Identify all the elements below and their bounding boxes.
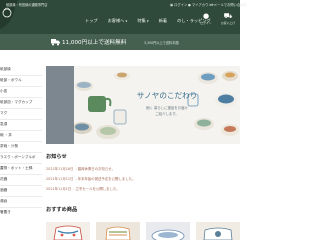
sidebar-divider [0,119,42,120]
nav-new[interactable]: 新着 [154,17,172,25]
news-item[interactable]: 2021年11月16日 - 臨時休業日のお知らせ。 [46,166,115,171]
sidebar-divider [0,130,42,131]
sidebar-divider [0,97,42,98]
sidebar-item[interactable]: 急須 [0,122,42,127]
nav-customers[interactable]: お客様へ ▼ [103,17,133,25]
login-link[interactable]: ▣ ログイン [170,2,188,8]
account-button-label: ログイン [200,21,212,25]
sidebar-item[interactable]: 酒器 [0,188,42,193]
news-date: 2021年11月1日 [46,187,72,191]
sidebar-divider [0,152,42,153]
contact-link[interactable]: ✉ メールでお問い合わせ [210,2,247,8]
sidebar-item[interactable]: 茶碗・汁椀 [0,144,42,149]
sidebar-divider [0,185,42,186]
product-image[interactable] [146,222,190,240]
sidebar-divider [0,141,42,142]
product-image[interactable] [96,222,140,240]
sidebar-divider [0,174,42,175]
truck-icon [51,39,60,46]
news-item[interactable]: 2021年11月11日 - 年末年始の発送予定を公開しました。 [46,176,135,181]
shipping-promo-bar: 11,000円以上で送料無料 3,300円以上で送料半額 [0,34,240,50]
sidebar-divider [0,163,42,164]
recommended-products [46,222,240,240]
product-image[interactable] [46,222,90,240]
sidebar-item[interactable]: 蓋物・ポット・土鍋 [0,166,42,171]
sidebar-item[interactable]: マグ [0,111,42,116]
hero-subtitle-line2: ご紹介します。 [155,112,179,116]
promo-main-text: 11,000円以上で送料無料 [62,40,127,46]
sidebar-divider [0,108,42,109]
chevron-down-icon: ▼ [125,19,128,23]
site-header: 砥部焼・有田焼の通販専門店 ▣ ログイン ● マイアカウント ✉ メールでお問い… [0,0,247,34]
sidebar-item[interactable]: ラスク・ボーンブルボ [0,155,42,160]
sidebar-divider [0,86,42,87]
news-date: 2021年11月11日 [46,177,74,181]
hero-photo-left [46,66,74,144]
user-icon: ● [188,2,191,7]
news-text: - 臨時休業日のお知らせ。 [75,167,115,171]
recommended-heading: おすすめ商品 [46,207,78,213]
header-tagline: 砥部焼・有田焼の通販専門店 [6,3,48,7]
sidebar-item[interactable]: 砥部焼 [0,67,42,72]
sidebar-item[interactable]: 箸置き [0,210,42,215]
chevron-down-icon: ▼ [146,19,149,23]
nav-features[interactable]: 特集 ▼ [132,17,153,25]
product-image[interactable] [196,222,240,240]
hero-title: サノヤのこだわり [136,91,198,100]
sidebar-divider [0,196,42,197]
sidebar-divider [0,207,42,208]
nav-new-label: 新着 [158,18,168,23]
login-link-label: ログイン [174,3,188,7]
account-button[interactable]: ● ログイン [196,12,216,30]
nav-top[interactable]: トップ [80,17,103,25]
promo-sub-text: 3,300円以上で送料半額 [144,41,179,45]
nav-features-label: 特集 [137,18,146,23]
sidebar-item[interactable]: 湯呑 [0,199,42,204]
sidebar-item[interactable]: 小皿 [0,89,42,94]
lock-icon: ▣ [170,2,174,7]
nav-customers-label: お客様へ [107,18,125,23]
sidebar-item[interactable]: 砥部皿・マグカップ [0,100,42,105]
hero-banner[interactable]: サノヤのこだわり 細く 暮らしに選品をお届け ご紹介します。 [46,66,240,144]
cart-icon: ⛟ [223,12,233,20]
sidebar-item[interactable]: 碗 ・丼 [0,133,42,138]
news-text: - 立冬セールを公開しました。 [73,187,120,191]
sidebar-divider [0,75,42,76]
contact-link-label: メールでお問い合わせ [213,3,247,7]
user-icon: ● [202,12,210,20]
mail-icon: ✉ [210,2,213,7]
cart-button-label: お買い上げ [221,21,235,25]
news-text: - 年末年始の発送予定を公開しました。 [75,177,136,181]
news-date: 2021年11月16日 [46,167,74,171]
nav-top-label: トップ [85,18,98,23]
hero-subtitle-line1: 細く 暮らしに選品をお届け [146,106,188,110]
sidebar-item[interactable]: 砥部・ボウル [0,78,42,83]
news-heading: お知らせ [46,154,67,160]
news-item[interactable]: 2021年11月1日 - 立冬セールを公開しました。 [46,186,120,191]
cart-button[interactable]: ⛟ お買い上げ [218,12,238,30]
sidebar-item[interactable]: 花器 [0,177,42,182]
